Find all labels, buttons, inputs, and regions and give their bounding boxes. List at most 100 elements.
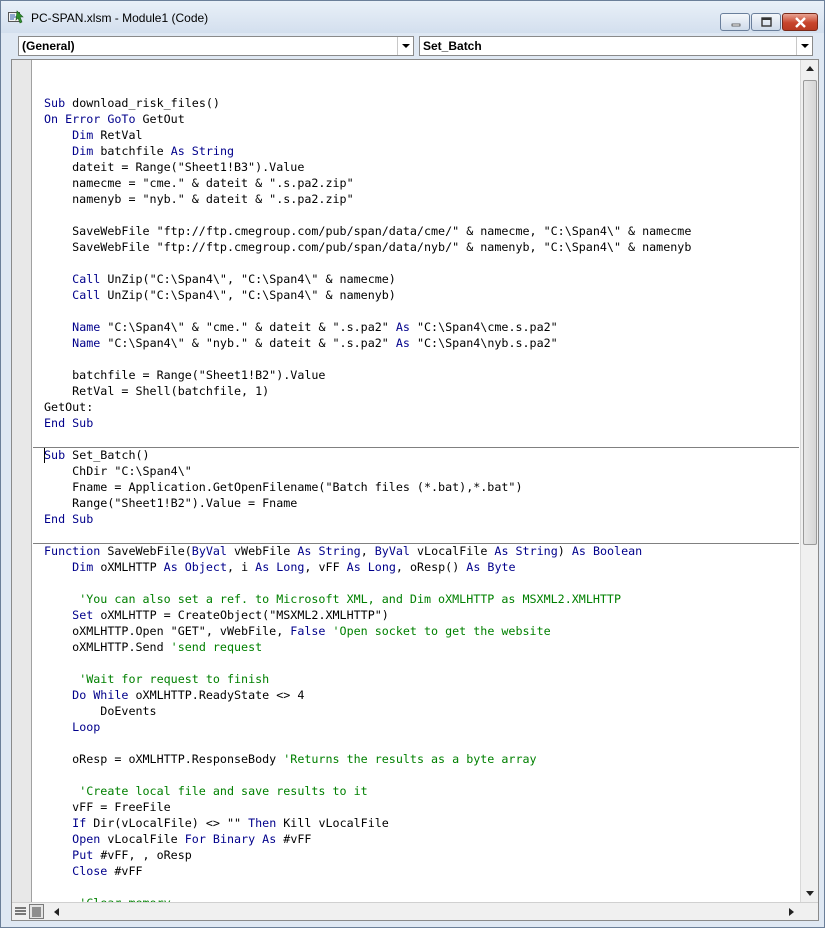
code-comment: 'send request: [170, 640, 263, 654]
code-pane[interactable]: Sub download_risk_files() On Error GoTo G…: [33, 60, 799, 902]
code-token: oXMLHTTP.Open "GET", vWebFile,: [44, 624, 291, 638]
code-line[interactable]: RetVal = Shell(batchfile, 1): [44, 383, 691, 399]
code-line[interactable]: [44, 527, 691, 543]
code-line[interactable]: End Sub: [44, 415, 691, 431]
title-bar[interactable]: PC-SPAN.xlsm - Module1 (Code): [1, 1, 824, 33]
scroll-down-button[interactable]: [801, 884, 819, 902]
code-keyword: Then: [248, 816, 277, 830]
code-line[interactable]: SaveWebFile "ftp://ftp.cmegroup.com/pub/…: [44, 223, 691, 239]
code-line[interactable]: batchfile = Range("Sheet1!B2").Value: [44, 367, 691, 383]
code-text[interactable]: Sub download_risk_files() On Error GoTo G…: [44, 79, 691, 902]
code-line[interactable]: namecme = "cme." & dateit & ".s.pa2.zip": [44, 175, 691, 191]
code-token: vLocalFile: [100, 832, 185, 846]
code-token: Fname = Application.GetOpenFilename("Bat…: [44, 480, 523, 494]
code-token: GetOut: [135, 112, 185, 126]
procedure-view-button[interactable]: [13, 904, 28, 919]
code-line[interactable]: oXMLHTTP.Send 'send request: [44, 639, 691, 655]
code-line[interactable]: SaveWebFile "ftp://ftp.cmegroup.com/pub/…: [44, 239, 691, 255]
code-line[interactable]: [44, 431, 691, 447]
code-token: SaveWebFile(: [100, 544, 192, 558]
code-line[interactable]: 'You can also set a ref. to Microsoft XM…: [44, 591, 691, 607]
maximize-button[interactable]: [751, 13, 781, 31]
code-token: batchfile = Range("Sheet1!B2").Value: [44, 368, 326, 382]
code-line[interactable]: 'Wait for request to finish: [44, 671, 691, 687]
code-keyword: Sub: [44, 448, 66, 462]
code-token: , oResp(): [395, 560, 467, 574]
procedure-separator: [33, 543, 799, 544]
code-line[interactable]: [44, 303, 691, 319]
code-line[interactable]: Function SaveWebFile(ByVal vWebFile As S…: [44, 543, 691, 559]
code-line[interactable]: ChDir "C:\Span4\": [44, 463, 691, 479]
code-line[interactable]: Call UnZip("C:\Span4\", "C:\Span4\" & na…: [44, 287, 691, 303]
code-line[interactable]: Set oXMLHTTP = CreateObject("MSXML2.XMLH…: [44, 607, 691, 623]
code-token: , i: [227, 560, 256, 574]
code-line[interactable]: vFF = FreeFile: [44, 799, 691, 815]
code-line[interactable]: [44, 655, 691, 671]
code-line[interactable]: namenyb = "nyb." & dateit & ".s.pa2.zip": [44, 191, 691, 207]
text-cursor: [44, 447, 45, 463]
procedure-dropdown-button[interactable]: [796, 37, 812, 55]
code-line[interactable]: Put #vFF, , oResp: [44, 847, 691, 863]
vertical-scroll-thumb[interactable]: [803, 80, 817, 545]
scroll-up-arrow-icon: [806, 66, 814, 71]
code-line[interactable]: Call UnZip("C:\Span4\", "C:\Span4\" & na…: [44, 271, 691, 287]
code-keyword: End Sub: [44, 512, 94, 526]
code-line[interactable]: Dim RetVal: [44, 127, 691, 143]
margin-indicator-bar[interactable]: [12, 60, 32, 902]
code-keyword: As: [395, 320, 410, 334]
scroll-up-button[interactable]: [801, 60, 819, 78]
code-line[interactable]: dateit = Range("Sheet1!B3").Value: [44, 159, 691, 175]
scroll-right-button[interactable]: [782, 903, 800, 921]
code-line[interactable]: [44, 767, 691, 783]
full-module-view-button[interactable]: [29, 904, 44, 919]
code-line[interactable]: [44, 255, 691, 271]
code-line[interactable]: [44, 79, 691, 95]
code-token: RetVal: [93, 128, 143, 142]
code-token: oXMLHTTP.Send: [44, 640, 171, 654]
code-comment: 'You can also set a ref. to Microsoft XM…: [79, 592, 621, 606]
object-dropdown[interactable]: (General): [18, 36, 414, 56]
code-token: , vFF: [304, 560, 347, 574]
code-token: vFF = FreeFile: [44, 800, 171, 814]
code-line[interactable]: Dim oXMLHTTP As Object, i As Long, vFF A…: [44, 559, 691, 575]
code-token: "C:\Span4\nyb.s.pa2": [409, 336, 558, 350]
code-line[interactable]: [44, 351, 691, 367]
code-line[interactable]: On Error GoTo GetOut: [44, 111, 691, 127]
code-line[interactable]: Loop: [44, 719, 691, 735]
code-line[interactable]: 'Create local file and save results to i…: [44, 783, 691, 799]
vertical-scrollbar[interactable]: [800, 60, 818, 902]
code-line[interactable]: Name "C:\Span4\" & "cme." & dateit & ".s…: [44, 319, 691, 335]
close-button[interactable]: [782, 13, 818, 31]
code-token: SaveWebFile "ftp://ftp.cmegroup.com/pub/…: [44, 240, 692, 254]
minimize-button[interactable]: [720, 13, 750, 31]
code-line[interactable]: [44, 735, 691, 751]
code-keyword: Dim: [72, 560, 94, 574]
code-line[interactable]: [44, 879, 691, 895]
code-line[interactable]: [44, 575, 691, 591]
code-line[interactable]: Dim batchfile As String: [44, 143, 691, 159]
code-line[interactable]: Range("Sheet1!B2").Value = Fname: [44, 495, 691, 511]
code-line[interactable]: Sub Set_Batch(): [44, 447, 691, 463]
code-line[interactable]: Do While oXMLHTTP.ReadyState <> 4: [44, 687, 691, 703]
code-line[interactable]: DoEvents: [44, 703, 691, 719]
code-line[interactable]: End Sub: [44, 511, 691, 527]
code-line[interactable]: Close #vFF: [44, 863, 691, 879]
code-line[interactable]: Sub download_risk_files(): [44, 95, 691, 111]
code-line[interactable]: [44, 207, 691, 223]
vba-code-window: PC-SPAN.xlsm - Module1 (Code) (General): [0, 0, 825, 928]
horizontal-scrollbar[interactable]: [48, 903, 800, 920]
code-line[interactable]: Name "C:\Span4\" & "nyb." & dateit & ".s…: [44, 335, 691, 351]
code-line[interactable]: GetOut:: [44, 399, 691, 415]
code-line[interactable]: 'Clear memory: [44, 895, 691, 902]
code-line[interactable]: oResp = oXMLHTTP.ResponseBody 'Returns t…: [44, 751, 691, 767]
object-dropdown-button[interactable]: [397, 37, 413, 55]
procedure-dropdown[interactable]: Set_Batch: [419, 36, 813, 56]
code-line[interactable]: If Dir(vLocalFile) <> "" Then Kill vLoca…: [44, 815, 691, 831]
code-line[interactable]: Open vLocalFile For Binary As #vFF: [44, 831, 691, 847]
code-line[interactable]: Fname = Application.GetOpenFilename("Bat…: [44, 479, 691, 495]
code-line[interactable]: oXMLHTTP.Open "GET", vWebFile, False 'Op…: [44, 623, 691, 639]
scroll-left-button[interactable]: [48, 903, 66, 921]
